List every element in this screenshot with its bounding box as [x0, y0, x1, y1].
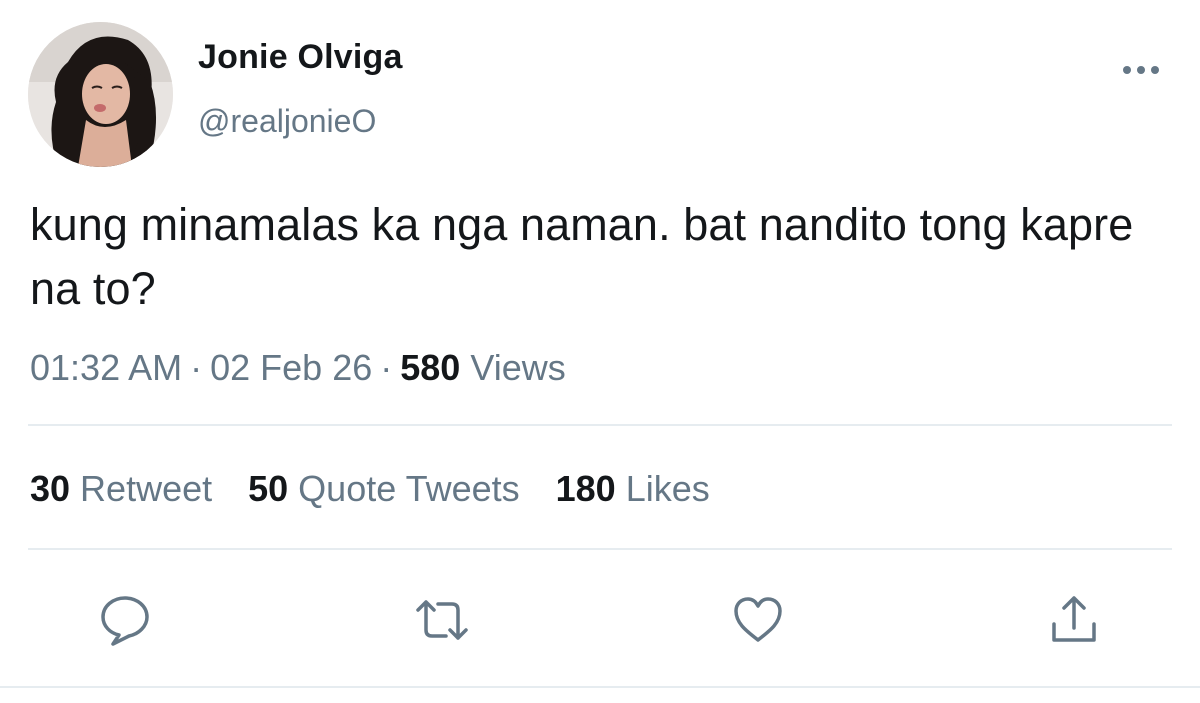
divider — [28, 548, 1172, 550]
display-name[interactable]: Jonie Olviga — [198, 38, 403, 77]
reply-button[interactable] — [97, 592, 153, 648]
tweet-text: kung minamalas ka nga naman. bat nandito… — [30, 199, 1134, 314]
separator-dot: · — [380, 347, 393, 388]
tweet-date[interactable]: 02 Feb 26 — [210, 347, 372, 388]
more-options-icon[interactable] — [1119, 58, 1163, 82]
likes-count: 180 — [555, 468, 616, 509]
likes-label: Likes — [625, 468, 710, 509]
retweet-icon — [416, 600, 468, 640]
tweet-meta: 01:32 AM · 02 Feb 26 · 580 Views — [30, 347, 566, 389]
share-icon — [1052, 596, 1096, 642]
retweets-label: Retweet — [80, 468, 213, 509]
quotes-stat[interactable]: 50 Quote Tweets — [248, 468, 520, 510]
retweets-stat[interactable]: 30 Retweet — [30, 468, 212, 510]
divider — [28, 424, 1172, 426]
profile-photo — [28, 22, 173, 167]
retweets-count: 30 — [30, 468, 71, 509]
reply-icon — [101, 596, 149, 646]
views-label: Views — [470, 347, 566, 388]
likes-stat[interactable]: 180 Likes — [556, 468, 710, 510]
avatar[interactable] — [28, 22, 173, 167]
share-button[interactable] — [1046, 592, 1102, 648]
engagement-stats: 30 Retweet 50 Quote Tweets 180 Likes — [30, 468, 746, 510]
divider — [0, 686, 1200, 688]
retweet-button[interactable] — [414, 592, 470, 648]
like-button[interactable] — [730, 592, 786, 648]
quotes-label: Quote Tweets — [298, 468, 520, 509]
tweet-time[interactable]: 01:32 AM — [30, 347, 182, 388]
separator-dot: · — [190, 347, 203, 388]
like-icon — [734, 597, 782, 642]
quotes-count: 50 — [248, 468, 289, 509]
user-handle[interactable]: @realjonieO — [198, 103, 376, 140]
views-count: 580 — [400, 347, 461, 388]
